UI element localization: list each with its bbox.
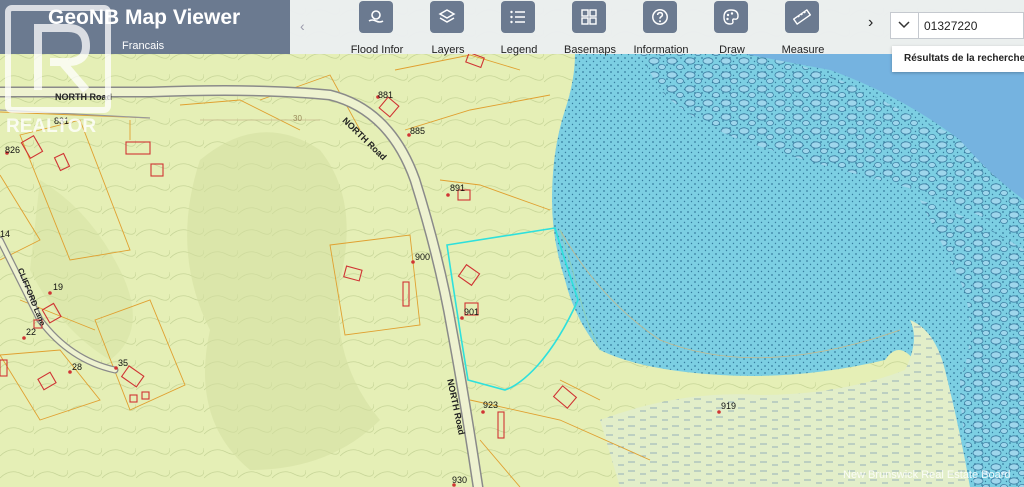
contour-label-30: 30 [293,114,302,123]
tool-label: Flood Infor [350,44,404,56]
address-label-885: 885 [410,126,426,136]
address-label-919: 919 [721,401,737,411]
chevron-left-icon[interactable]: ‹ [300,18,305,34]
grid-icon [572,1,606,33]
chevron-down-icon [898,21,910,29]
tool-label: Legend [500,44,538,56]
search-results-header[interactable]: Résultats de la recherche [892,46,1024,72]
palette-icon [714,1,748,33]
question-icon [643,1,677,33]
address-label-891: 891 [450,183,466,193]
tool-label: Information [633,44,689,56]
search-box [890,12,1024,39]
map-canvas[interactable] [0,0,1024,487]
address-label-923: 923 [483,400,499,410]
tool-label: Layers [431,44,465,56]
address-label-826: 826 [5,145,21,155]
tool-measure[interactable]: Measure [768,0,838,56]
address-label-28: 28 [72,362,83,372]
layers-icon [430,1,464,33]
address-label-881: 881 [378,90,394,100]
tool-layers[interactable]: Layers [413,0,483,56]
toolbar: GeoNB Map Viewer Francais ‹ Flood Infor … [0,0,1024,56]
address-label-22: 22 [26,327,37,337]
tool-label: Measure [781,44,825,56]
address-label-14: 14 [0,229,11,239]
flood-icon [359,1,393,33]
results-label: Résultats de la recherche [904,53,1024,64]
address-label-901: 901 [464,307,480,317]
tool-label: Basemaps [564,44,616,56]
tool-information[interactable]: Information [626,0,696,56]
language-link[interactable]: Francais [122,40,164,52]
realtor-wordmark: REALTOR [6,116,97,137]
address-label-35: 35 [118,358,129,368]
chevron-right-icon[interactable]: › [868,14,873,32]
address-label-19: 19 [53,282,64,292]
address-label-930: 930 [452,475,468,485]
tool-flood[interactable]: Flood Infor [342,0,412,56]
tool-legend[interactable]: Legend [484,0,554,56]
ruler-icon [785,1,819,33]
search-dropdown[interactable] [891,13,919,38]
board-watermark: New Brunswick Real Estate Board [843,469,1011,481]
tool-label: Draw [719,44,745,56]
address-label-900: 900 [415,252,431,262]
search-input[interactable] [924,16,1020,35]
tool-draw[interactable]: Draw [697,0,767,56]
tool-basemaps[interactable]: Basemaps [555,0,625,56]
list-icon [501,1,535,33]
